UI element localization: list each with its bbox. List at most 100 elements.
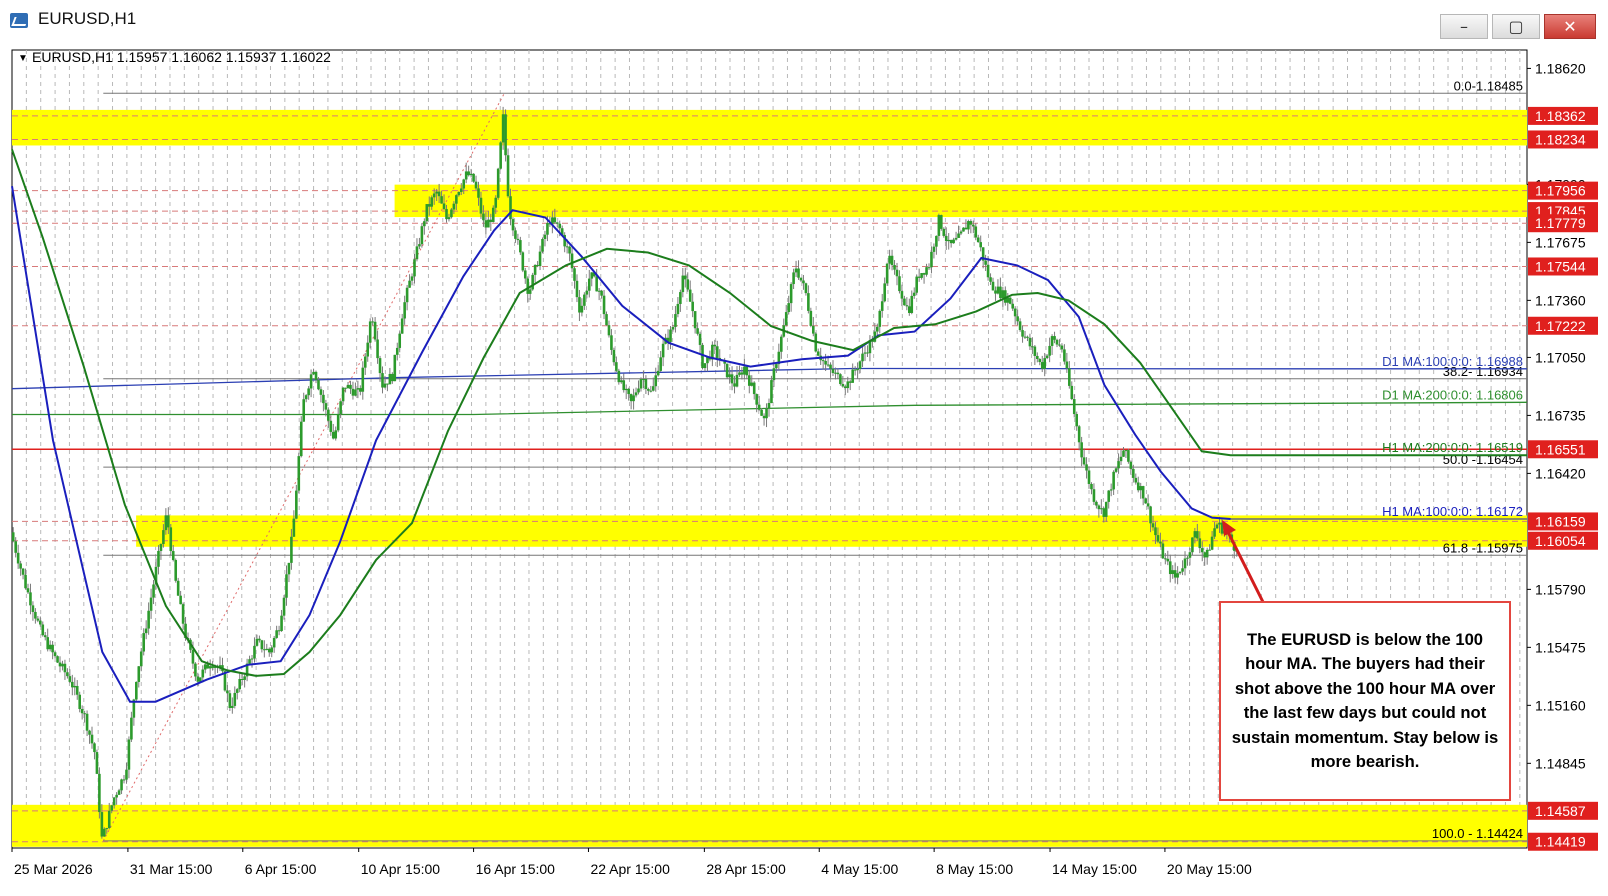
candle-body — [169, 527, 173, 552]
candle-body — [95, 752, 99, 774]
candle-body — [24, 574, 27, 589]
candle-body — [568, 246, 571, 254]
candle-body — [164, 515, 168, 531]
y-tick-label: 1.15790 — [1535, 581, 1586, 597]
candle-body — [1068, 368, 1071, 386]
candle-body — [381, 373, 384, 388]
candle-body — [26, 588, 30, 593]
candle-body — [851, 369, 854, 383]
price-tag-label: 1.17544 — [1535, 258, 1586, 274]
candle-body — [83, 713, 86, 715]
candle-body — [34, 611, 37, 619]
candle-body — [85, 713, 89, 731]
candle-body — [346, 384, 350, 389]
candle-body — [880, 301, 884, 311]
maximize-button[interactable]: ▢ — [1492, 14, 1540, 39]
candle-body — [634, 392, 638, 396]
candle-body — [967, 221, 970, 230]
candle-body — [681, 275, 685, 293]
candle-body — [1191, 537, 1194, 553]
candle-body — [107, 810, 111, 829]
candle-body — [277, 630, 281, 632]
minimize-button[interactable]: – — [1440, 14, 1488, 39]
candle-body — [450, 209, 453, 218]
candle-body — [1178, 571, 1182, 574]
candle-body — [275, 630, 278, 638]
candle-body — [752, 382, 756, 395]
candle-body — [1196, 531, 1199, 539]
candle-body — [356, 388, 360, 390]
candle-body — [580, 305, 584, 313]
candle-body — [639, 379, 643, 389]
close-button[interactable]: ✕ — [1544, 14, 1596, 39]
fib-level-label: 100.0 - 1.14424 — [1432, 826, 1523, 841]
candle-body — [972, 224, 975, 227]
candle-body — [302, 399, 306, 422]
candle-body — [68, 676, 72, 682]
candle-body — [457, 191, 461, 196]
candle-body — [43, 635, 47, 638]
candle-body — [61, 663, 64, 667]
candle-body — [866, 352, 869, 354]
candle-body — [314, 371, 318, 381]
candle-body — [676, 303, 680, 315]
candle-body — [585, 290, 589, 295]
chart-header-info: EURUSD,H1 1.15957 1.16062 1.15937 1.1602… — [32, 49, 331, 65]
candle-body — [467, 171, 470, 176]
annotation-box: The EURUSD is below the 100 hour MA. The… — [1219, 601, 1511, 801]
candle-body — [267, 648, 271, 653]
candle-body — [228, 693, 232, 709]
candle-body — [51, 644, 54, 653]
x-tick-label: 10 Apr 15:00 — [361, 861, 441, 877]
candle-body — [991, 281, 995, 291]
candle-body — [56, 656, 59, 663]
price-tag-label: 1.18362 — [1535, 108, 1586, 124]
candle-body — [324, 403, 328, 410]
candle-body — [499, 142, 502, 169]
candle-body — [445, 209, 448, 220]
candle-body — [1107, 490, 1111, 502]
candle-body — [139, 651, 143, 667]
ma-label: H1 MA:200:0:0: 1.16519 — [1382, 440, 1523, 455]
candle-body — [115, 794, 118, 798]
candle-body — [760, 409, 763, 416]
candle-body — [16, 552, 20, 564]
candle-body — [58, 662, 62, 667]
candle-body — [629, 394, 633, 402]
candle-body — [1176, 573, 1179, 578]
candle-body — [1045, 355, 1049, 359]
candle-body — [841, 384, 845, 387]
candle-body — [767, 403, 771, 409]
candle-body — [415, 246, 419, 260]
candle-body — [41, 624, 45, 636]
candle-body — [792, 272, 795, 285]
candle-body — [831, 368, 835, 374]
candle-body — [610, 335, 613, 350]
candle-body — [1075, 414, 1079, 427]
candle-body — [248, 659, 251, 664]
candle-body — [797, 268, 800, 278]
candle-body — [824, 360, 827, 365]
candle-body — [354, 389, 357, 396]
candle-body — [659, 357, 662, 371]
candle-body — [1139, 486, 1143, 491]
candle-body — [523, 270, 527, 279]
candle-body — [853, 369, 857, 371]
candle-body — [747, 375, 751, 386]
candle-body — [482, 213, 485, 221]
candle-body — [570, 253, 574, 269]
candle-body — [533, 264, 537, 275]
candle-body — [159, 544, 163, 551]
zone-band — [12, 109, 1527, 146]
candle-body — [440, 196, 443, 204]
candle-body — [152, 584, 155, 598]
candle-body — [637, 388, 640, 393]
candle-body — [206, 664, 210, 669]
candle-body — [105, 828, 109, 830]
candle-body — [373, 321, 377, 340]
candle-body — [157, 550, 160, 567]
candle-body — [944, 235, 948, 242]
candle-body — [858, 361, 862, 369]
candle-body — [765, 408, 768, 419]
candle-body — [413, 259, 416, 277]
